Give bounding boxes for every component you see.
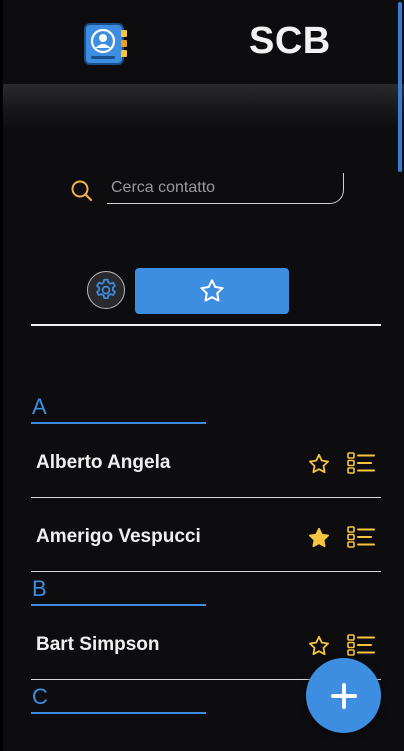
- search-icon[interactable]: [69, 178, 95, 204]
- add-contact-button[interactable]: [306, 658, 381, 733]
- contact-book-icon: [83, 22, 129, 66]
- section-header-a: A: [31, 390, 381, 424]
- toolbar-divider: [31, 324, 381, 326]
- section-letter: A: [32, 394, 47, 419]
- app-frame: SCB Cerca contatto A Alberto Angela Amer…: [0, 0, 404, 751]
- contact-row[interactable]: Alberto Angela: [31, 424, 381, 498]
- section-letter: C: [32, 684, 48, 709]
- app-header: SCB: [3, 0, 404, 88]
- search-bar: [69, 173, 345, 207]
- contact-row[interactable]: Amerigo Vespucci: [31, 498, 381, 572]
- app-title: SCB: [249, 20, 331, 62]
- contact-name: Amerigo Vespucci: [36, 526, 201, 547]
- details-list-icon[interactable]: [347, 451, 375, 475]
- star-filled-icon[interactable]: [307, 526, 331, 550]
- contact-name: Bart Simpson: [36, 634, 160, 655]
- contact-name: Alberto Angela: [36, 452, 171, 473]
- details-list-icon[interactable]: [347, 633, 375, 657]
- search-input[interactable]: [107, 173, 344, 204]
- main-panel: SCB Cerca contatto A Alberto Angela Amer…: [3, 0, 404, 751]
- scrollbar[interactable]: [398, 2, 402, 172]
- star-outline-icon[interactable]: [307, 452, 331, 476]
- star-outline-icon[interactable]: [307, 634, 331, 658]
- section-header-b: B: [31, 572, 381, 606]
- section-underline: [31, 712, 206, 714]
- plus-icon: [329, 681, 359, 711]
- settings-button[interactable]: [87, 271, 125, 309]
- gear-icon: [93, 277, 119, 303]
- section-letter: B: [32, 576, 47, 601]
- favorites-filter-button[interactable]: [135, 268, 289, 314]
- header-shadow: [3, 84, 404, 130]
- details-list-icon[interactable]: [347, 525, 375, 549]
- star-outline-icon: [198, 277, 226, 305]
